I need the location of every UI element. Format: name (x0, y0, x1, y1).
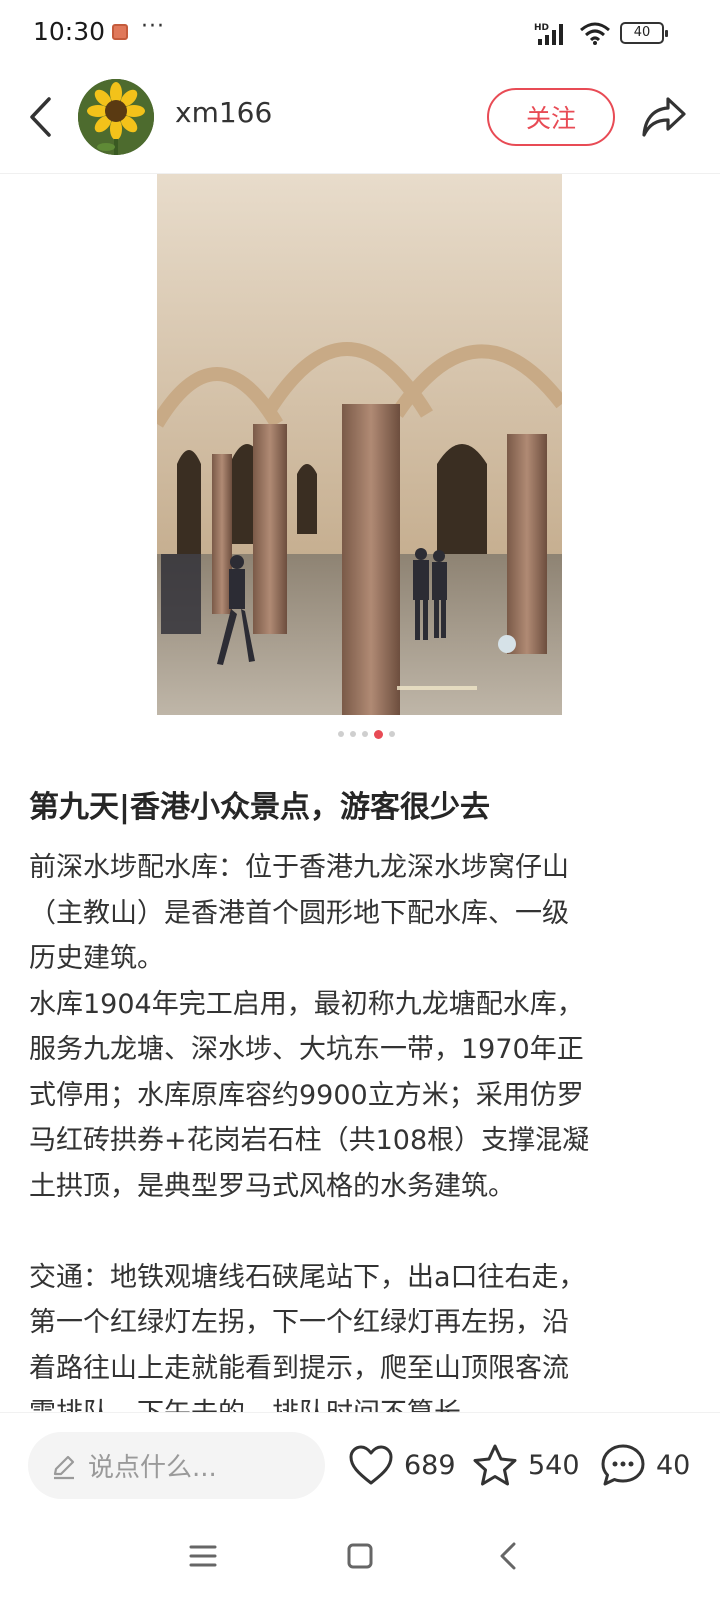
back-button[interactable] (22, 93, 58, 141)
action-bar: 说点什么... 689 540 40 (0, 1412, 720, 1524)
nav-menu-button[interactable] (183, 1536, 223, 1576)
post-line: 服务九龙塘、深水埗、大坑东一带，1970年正 (29, 1034, 584, 1065)
gallery-dot (337, 731, 344, 737)
status-more-indicator: ··· (141, 14, 165, 39)
comment-placeholder: 说点什么... (88, 1453, 217, 1483)
status-icons: HD 40 (534, 19, 668, 47)
gallery-dot-active (373, 729, 383, 739)
comment-button[interactable]: 40 (600, 1439, 690, 1491)
post-line: 需排队，下午去的，排队时间不算长 (29, 1391, 694, 1412)
system-nav-bar (0, 1524, 720, 1601)
heart-icon (349, 1445, 393, 1485)
nav-back-button[interactable] (488, 1536, 528, 1576)
menu-icon (189, 1545, 217, 1567)
comment-input[interactable]: 说点什么... (28, 1432, 325, 1499)
star-icon (473, 1444, 517, 1486)
status-bar: 10:30 ··· HD 40 (0, 0, 720, 66)
app-notification-icon (112, 24, 128, 40)
post-content: 第九天|香港小众景点，游客很少去 前深水埗配水库：位于香港九龙深水埗窝仔山 （主… (0, 760, 720, 1412)
post-title: 第九天|香港小众景点，游客很少去 (29, 790, 490, 825)
post-line: 第一个红绿灯左拐，下一个红绿灯再左拐，沿 (29, 1307, 569, 1338)
comment-bubble-icon (601, 1444, 645, 1486)
gallery-dot (388, 731, 395, 737)
reservoir-photo (157, 174, 562, 715)
post-line: 历史建筑。 (29, 943, 164, 974)
post-line: 土拱顶，是典型罗马式风格的水务建筑。 (29, 1170, 515, 1202)
gallery-indicator (0, 729, 720, 739)
share-button[interactable] (638, 91, 690, 143)
gallery-dot (361, 731, 368, 737)
post-line: 交通：地铁观塘线石硖尾站下，出a口往右走， (29, 1261, 586, 1293)
nav-back-icon (500, 1542, 516, 1570)
comment-count: 40 (656, 1449, 691, 1481)
post-line: 前深水埗配水库：位于香港九龙深水埗窝仔山 (29, 852, 569, 883)
favorite-count: 540 (528, 1449, 580, 1481)
post-line: （主教山）是香港首个圆形地下配水库、一级 (29, 897, 569, 929)
like-count: 689 (404, 1449, 456, 1481)
share-icon (642, 97, 686, 137)
post-line: 马红砖拱券+花岗岩石柱（共108根）支撑混凝 (29, 1125, 590, 1156)
home-square-icon (347, 1543, 373, 1569)
battery-icon: 40 (620, 22, 668, 44)
post-line: 式停用；水库原库容约9900立方米；采用仿罗 (29, 1079, 584, 1111)
post-line: 水库1904年完工启用，最初称九龙塘配水库， (29, 988, 584, 1020)
pencil-icon (53, 1455, 75, 1479)
post-line: 着路往山上走就能看到提示，爬至山顶限客流 (29, 1352, 569, 1384)
follow-button[interactable]: 关注 (487, 88, 615, 146)
signal-icon: HD (534, 23, 563, 45)
post-body: 前深水埗配水库：位于香港九龙深水埗窝仔山 （主教山）是香港首个圆形地下配水库、一… (29, 845, 694, 1412)
back-arrow-icon (30, 97, 51, 137)
username[interactable]: xm166 (175, 96, 272, 129)
hd-label: HD (534, 23, 549, 33)
like-button[interactable]: 689 (348, 1439, 456, 1491)
sunflower-icon (78, 79, 154, 155)
avatar[interactable] (78, 79, 154, 155)
gallery-dot (349, 731, 356, 737)
favorite-button[interactable]: 540 (472, 1439, 580, 1491)
status-time: 10:30 (33, 17, 106, 46)
post-image[interactable] (157, 174, 562, 715)
wifi-icon (580, 22, 610, 45)
nav-home-button[interactable] (340, 1536, 380, 1576)
post-header: xm166 关注 (0, 66, 720, 174)
